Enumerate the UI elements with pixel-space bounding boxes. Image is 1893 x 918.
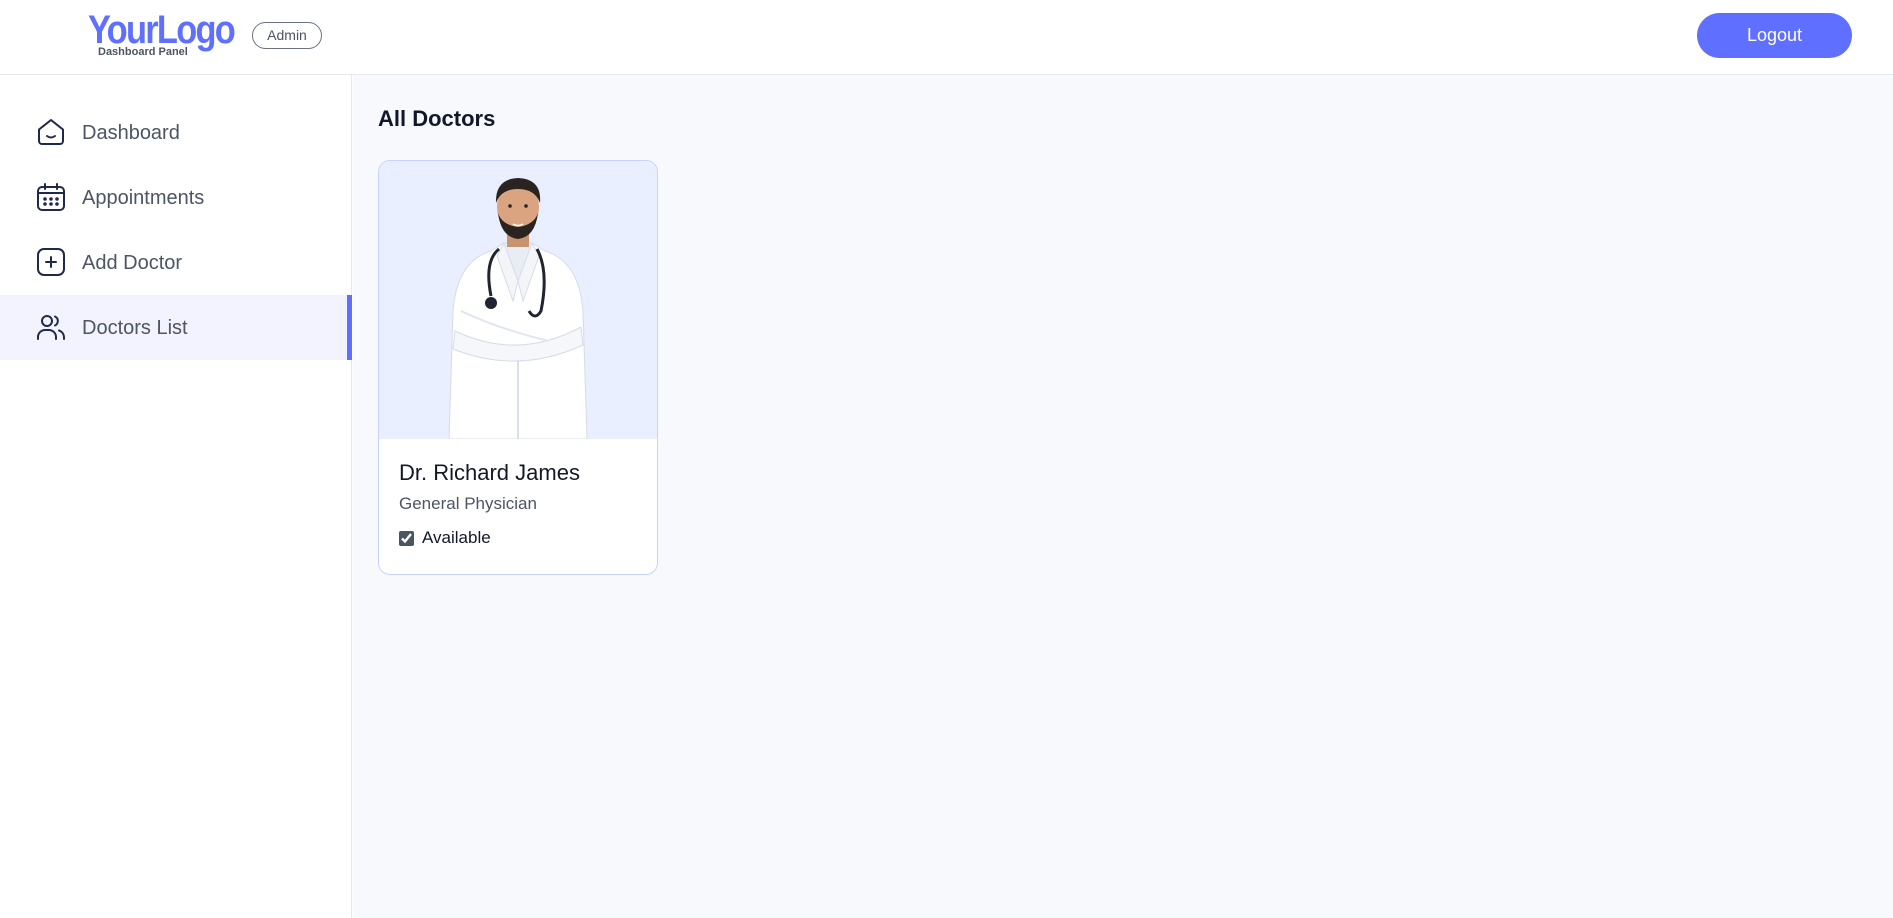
sidebar-item-label: Appointments: [82, 187, 205, 209]
sidebar-item-doctors-list[interactable]: Doctors List: [0, 295, 352, 360]
sidebar-item-label: Doctors List: [82, 317, 188, 339]
home-icon: [35, 116, 67, 148]
sidebar-item-dashboard[interactable]: Dashboard: [0, 100, 352, 165]
availability-label: Available: [422, 528, 491, 547]
main-content: All Doctors Dr. Richard James General Ph…: [353, 75, 1893, 918]
doctor-card[interactable]: Dr. Richard James General Physician Avai…: [378, 160, 658, 575]
calendar-icon: [35, 181, 67, 213]
sidebar-item-label: Dashboard: [82, 122, 180, 144]
sidebar-item-label: Add Doctor: [82, 252, 183, 274]
sidebar: Dashboard Appointments Add Doctor Doctor…: [0, 75, 352, 918]
availability-checkbox[interactable]: [399, 530, 414, 546]
logout-button[interactable]: Logout: [1697, 13, 1852, 58]
add-square-icon: [35, 246, 67, 278]
role-badge: Admin: [252, 22, 322, 49]
doctor-name: Dr. Richard James: [399, 460, 580, 485]
doctor-speciality: General Physician: [399, 494, 537, 513]
sidebar-item-appointments[interactable]: Appointments: [0, 165, 352, 230]
availability-toggle[interactable]: Available: [399, 527, 491, 549]
top-navbar: YourLogo Dashboard Panel Admin Logout: [0, 0, 1893, 75]
doctor-photo: [379, 161, 657, 439]
brand-logo[interactable]: YourLogo Dashboard Panel: [88, 8, 236, 60]
people-icon: [35, 311, 67, 343]
sidebar-item-add-doctor[interactable]: Add Doctor: [0, 230, 352, 295]
logo-subtitle: Dashboard Panel: [98, 46, 188, 58]
page-title: All Doctors: [378, 106, 496, 131]
